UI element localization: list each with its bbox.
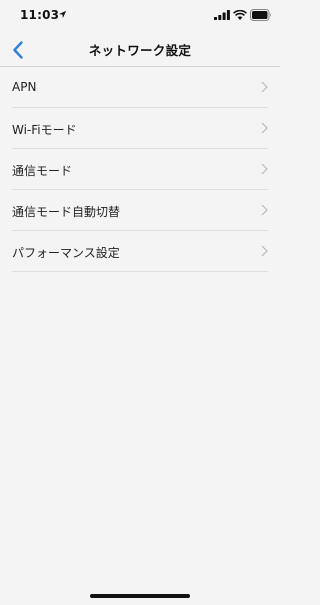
status-time: 11:03 xyxy=(20,8,60,22)
wifi-icon xyxy=(233,10,247,20)
list-item-wifi-mode[interactable]: Wi-Fiモード xyxy=(0,108,280,149)
location-arrow-icon xyxy=(58,10,67,19)
chevron-right-icon xyxy=(261,163,268,175)
navigation-bar: ネットワーク設定 xyxy=(0,34,280,67)
battery-icon xyxy=(250,9,271,21)
home-indicator[interactable] xyxy=(90,594,190,598)
screen: 11:03 ネットワーク設定 APN Wi-Fiモード 通信モード 通信モード自… xyxy=(0,0,280,605)
chevron-right-icon xyxy=(261,122,268,134)
chevron-right-icon xyxy=(261,245,268,257)
list-item-communication-mode[interactable]: 通信モード xyxy=(0,149,280,190)
list-item-auto-switch[interactable]: 通信モード自動切替 xyxy=(0,190,280,231)
list-item-performance-settings[interactable]: パフォーマンス設定 xyxy=(0,231,280,272)
status-bar: 11:03 xyxy=(0,0,280,34)
chevron-right-icon xyxy=(261,204,268,216)
list-item-label: パフォーマンス設定 xyxy=(12,246,120,260)
list-item-label: Wi-Fiモード xyxy=(12,123,77,137)
list-item-label: 通信モード自動切替 xyxy=(12,205,121,219)
list-item-apn[interactable]: APN xyxy=(0,67,280,108)
cellular-signal-icon xyxy=(214,10,230,20)
list-item-label: APN xyxy=(12,80,37,94)
chevron-right-icon xyxy=(261,81,268,93)
list-item-label: 通信モード xyxy=(12,164,73,178)
settings-list: APN Wi-Fiモード 通信モード 通信モード自動切替 パフォーマンス設定 xyxy=(0,67,280,272)
page-title: ネットワーク設定 xyxy=(88,43,192,58)
